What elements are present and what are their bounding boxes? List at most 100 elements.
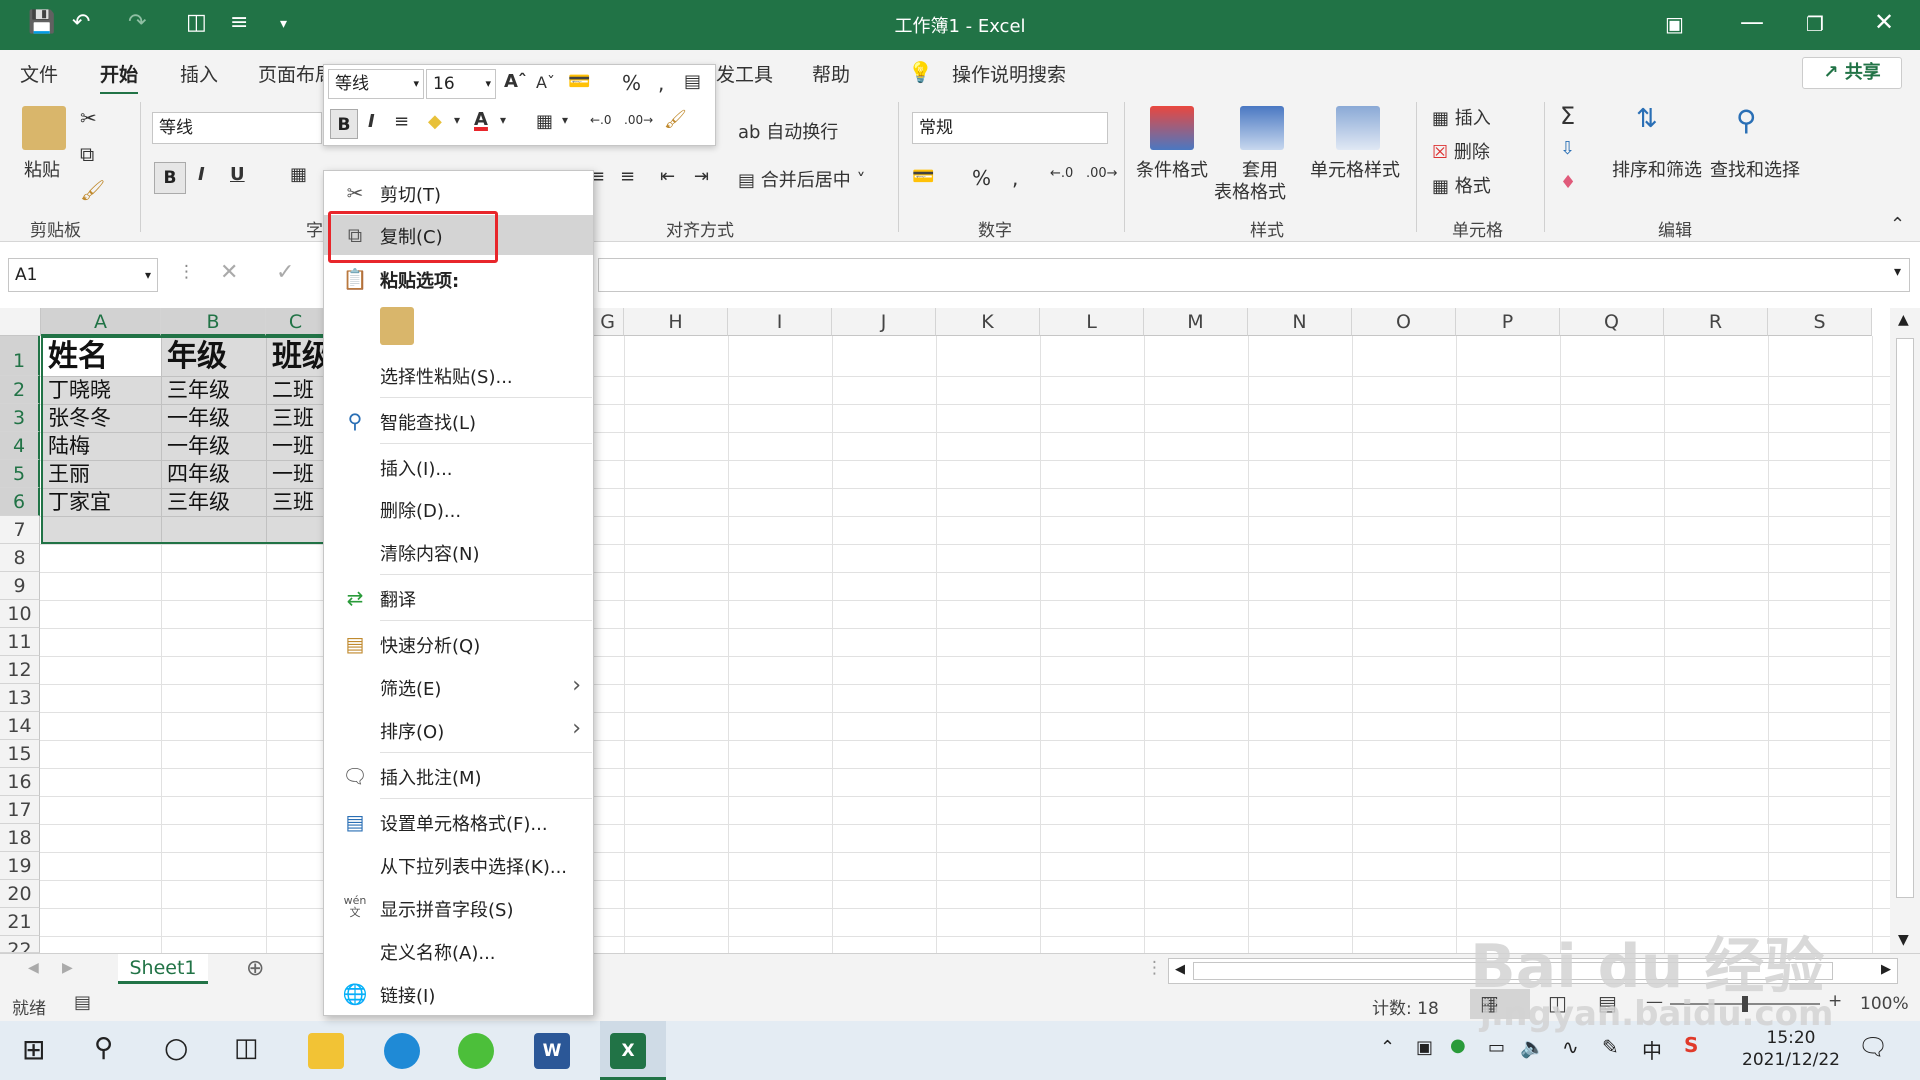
delete-cells-button[interactable]: ☒ 删除 (1432, 138, 1490, 164)
menu-item-link[interactable]: 🌐 链接(I) (324, 974, 593, 1014)
menu-item-quick-analysis[interactable]: ▤ 快速分析(Q) (324, 624, 593, 664)
vertical-scrollbar[interactable]: ▲ ▼ (1890, 308, 1920, 953)
borders-icon[interactable]: ▦ (290, 164, 307, 185)
format-painter-icon[interactable]: 🖌 (80, 178, 105, 202)
volume-icon[interactable]: 🔈 (1520, 1035, 1545, 1059)
comma-style-icon[interactable]: , (1012, 166, 1018, 190)
tell-me-search[interactable]: 操作说明搜索 (952, 60, 1066, 87)
restore-icon[interactable]: ❐ (1806, 12, 1824, 36)
cell-style-button[interactable]: 单元格样式 (1310, 156, 1400, 182)
menu-item-translate[interactable]: ⇄ 翻译 (324, 578, 593, 618)
conditional-format-button[interactable]: 条件格式 (1136, 156, 1208, 182)
column-header[interactable]: L (1040, 308, 1144, 336)
edge-icon[interactable] (384, 1033, 420, 1069)
decrease-indent-icon[interactable]: ⇤ (660, 166, 675, 187)
row-header[interactable]: 18 (0, 824, 40, 852)
menu-item-insert-comment[interactable]: 🗨 插入批注(M) (324, 756, 593, 796)
insert-cells-button[interactable]: ▦ 插入 (1432, 104, 1491, 130)
cancel-icon[interactable]: ✕ (220, 260, 238, 285)
mini-italic-button[interactable]: I (368, 111, 375, 132)
decrease-decimal-icon[interactable]: .00→ (1086, 166, 1118, 181)
battery-icon[interactable]: ▭ (1488, 1037, 1505, 1058)
chevron-down-icon[interactable]: ▾ (454, 113, 460, 127)
accounting-format-icon[interactable]: 💳 (568, 71, 590, 92)
cell[interactable]: 丁家宜 (44, 488, 161, 516)
row-header[interactable]: 19 (0, 852, 40, 880)
enter-icon[interactable]: ✓ (276, 260, 294, 285)
menu-item-define-name[interactable]: 定义名称(A)... (324, 931, 593, 971)
row-header[interactable]: 1 (0, 336, 40, 376)
column-header[interactable]: B (161, 308, 266, 336)
tab-home[interactable]: 开始 (100, 60, 139, 96)
windows-start-icon[interactable]: ⊞ (22, 1033, 45, 1066)
scroll-right-icon[interactable]: ▶ (1881, 962, 1891, 977)
menu-item-cut[interactable]: ✂ 剪切(T) (324, 173, 593, 213)
row-header[interactable]: 9 (0, 572, 40, 600)
row-header[interactable]: 22 (0, 936, 40, 953)
cell[interactable]: 年级 (163, 338, 266, 376)
font-color-icon[interactable]: A (474, 109, 488, 130)
wifi-icon[interactable]: ∿ (1562, 1035, 1579, 1059)
row-header[interactable]: 7 (0, 516, 40, 544)
shrink-font-icon[interactable]: Aˇ (536, 73, 555, 92)
number-format-combo[interactable]: 常规 (912, 112, 1108, 144)
select-all-corner[interactable] (0, 308, 41, 336)
row-header[interactable]: 14 (0, 712, 40, 740)
wrap-text-button[interactable]: ab 自动换行 (738, 118, 838, 144)
paste-option-icon[interactable] (380, 307, 414, 345)
mini-align-icon[interactable]: ≡ (394, 111, 409, 132)
scroll-left-icon[interactable]: ◀ (1175, 962, 1185, 977)
split-handle-icon[interactable]: ⋮ (1146, 958, 1163, 978)
ribbon-display-icon[interactable]: ▣ (1665, 12, 1684, 36)
row-header[interactable]: 15 (0, 740, 40, 768)
column-header[interactable]: R (1664, 308, 1768, 336)
row-header[interactable]: 6 (0, 488, 40, 516)
row-header[interactable]: 8 (0, 544, 40, 572)
merge-icon[interactable]: ▤ (684, 71, 701, 92)
grow-font-icon[interactable]: Aˆ (504, 71, 527, 92)
row-header[interactable]: 11 (0, 628, 40, 656)
column-header[interactable]: O (1352, 308, 1456, 336)
accounting-format-icon[interactable]: 💳 (912, 166, 934, 187)
column-header[interactable]: A (41, 308, 161, 336)
cell[interactable]: 三年级 (163, 376, 266, 404)
name-box[interactable]: A1 ▾ (8, 258, 158, 292)
chevron-down-icon[interactable]: ▾ (562, 113, 568, 127)
cell[interactable]: 丁晓晓 (44, 376, 161, 404)
column-header[interactable]: Q (1560, 308, 1664, 336)
autosum-icon[interactable]: Σ (1560, 102, 1575, 130)
tab-file[interactable]: 文件 (20, 60, 58, 87)
row-header[interactable]: 21 (0, 908, 40, 936)
row-header[interactable]: 17 (0, 796, 40, 824)
formula-input[interactable] (598, 258, 1910, 292)
next-sheet-icon[interactable]: ▶ (62, 960, 73, 976)
column-header[interactable]: C (266, 308, 326, 336)
table-format-icon[interactable] (1240, 106, 1284, 150)
row-header[interactable]: 5 (0, 460, 40, 488)
mini-borders-icon[interactable]: ▦ (536, 111, 553, 132)
cell[interactable]: 二班 (268, 376, 324, 404)
cell-style-icon[interactable] (1336, 106, 1380, 150)
fill-color-icon[interactable]: ◆ (428, 111, 442, 132)
ime-indicator[interactable]: 中 (1642, 1035, 1662, 1064)
scroll-up-icon[interactable]: ▲ (1898, 312, 1909, 328)
row-header[interactable]: 3 (0, 404, 40, 432)
expand-formula-icon[interactable]: ▾ (1894, 264, 1901, 280)
mini-font-combo[interactable]: 等线 ▾ (328, 69, 424, 99)
minimize-icon[interactable]: — (1740, 8, 1764, 36)
cell[interactable]: 陆梅 (44, 432, 161, 460)
increase-indent-icon[interactable]: ⇥ (694, 166, 709, 187)
row-header[interactable]: 13 (0, 684, 40, 712)
menu-item-pick-from-list[interactable]: 从下拉列表中选择(K)... (324, 845, 593, 885)
cell[interactable]: 张冬冬 (44, 404, 161, 432)
merge-center-button[interactable]: ▤ 合并后居中 ˅ (738, 166, 865, 192)
mini-bold-button[interactable]: B (330, 109, 358, 139)
font-name-combo[interactable]: 等线 (152, 112, 322, 144)
row-header[interactable]: 16 (0, 768, 40, 796)
percent-icon[interactable]: % (972, 166, 991, 190)
column-header[interactable]: H (624, 308, 728, 336)
cell[interactable]: 一班 (268, 460, 324, 488)
pen-icon[interactable]: ✎ (1602, 1035, 1619, 1059)
row-header[interactable]: 2 (0, 376, 40, 404)
tab-developer[interactable]: 发工具 (716, 60, 773, 87)
